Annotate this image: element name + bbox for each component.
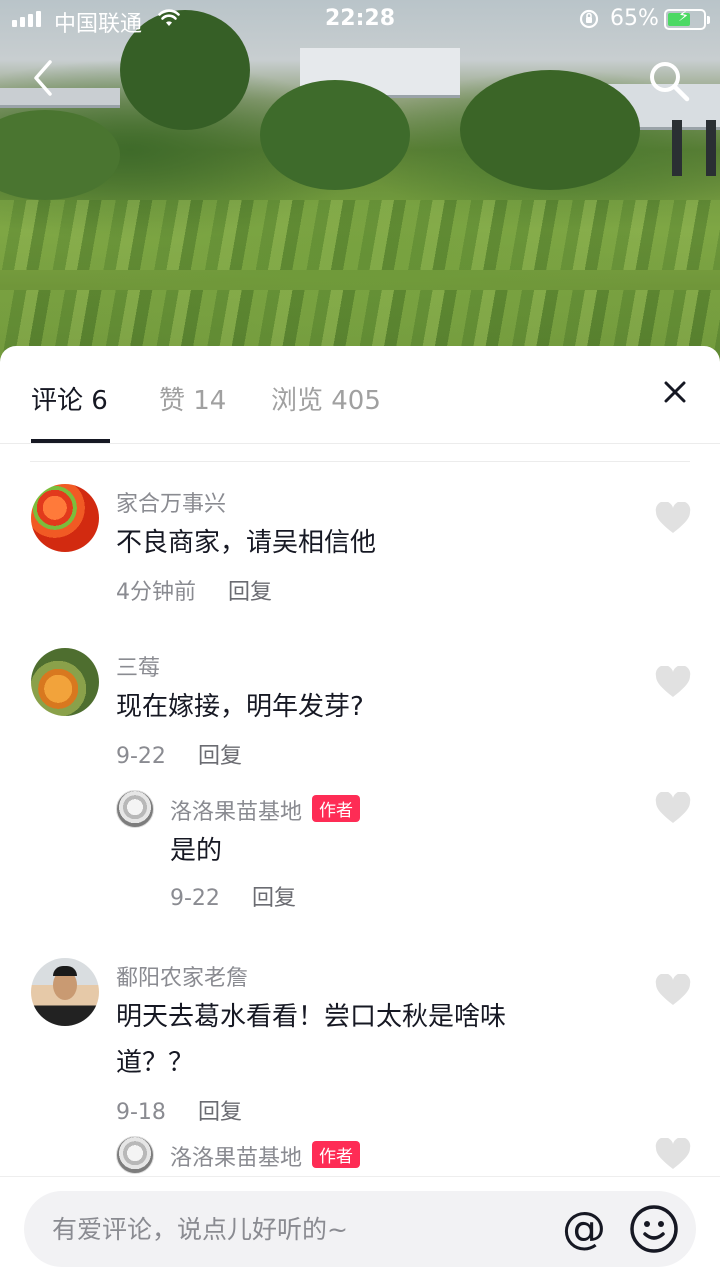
comment-meta: 9-22 回复 bbox=[170, 880, 296, 912]
tab-likes[interactable]: 赞 14 bbox=[159, 380, 226, 417]
avatar[interactable] bbox=[116, 790, 154, 828]
background-tree bbox=[260, 80, 410, 190]
comment-tabs: 评论 6 赞 14 浏览 405 bbox=[0, 346, 720, 444]
comment-time: 9-22 bbox=[116, 744, 166, 769]
comment-username[interactable]: 洛洛果苗基地 bbox=[170, 800, 302, 825]
battery-charging-icon: ⚡ bbox=[664, 6, 710, 30]
heart-icon[interactable] bbox=[655, 791, 693, 828]
video-player[interactable] bbox=[0, 0, 720, 380]
background-tree bbox=[0, 110, 120, 200]
author-badge: 作者 bbox=[312, 1141, 361, 1168]
comment-meta: 4分钟前 回复 bbox=[116, 574, 272, 606]
reply-button[interactable]: 回复 bbox=[228, 580, 272, 605]
comment-text: 不良商家，请吴相信他 bbox=[116, 528, 377, 558]
background-pillar bbox=[706, 120, 716, 176]
comment-input[interactable] bbox=[52, 1191, 532, 1267]
comment-username[interactable]: 家合万事兴 bbox=[116, 486, 226, 518]
reply-username-row: 洛洛果苗基地 作者 bbox=[170, 794, 361, 826]
battery-percent: 65% bbox=[610, 6, 659, 31]
avatar[interactable] bbox=[31, 958, 99, 1026]
rotation-lock-icon bbox=[578, 8, 600, 35]
reply-button[interactable]: 回复 bbox=[198, 1100, 242, 1125]
comment-time: 4分钟前 bbox=[116, 580, 196, 605]
reply-button[interactable]: 回复 bbox=[198, 744, 242, 769]
comment-panel: 评论 6 赞 14 浏览 405 家合万事兴 不良商家，请吴相信他 4分钟前 回复… bbox=[0, 346, 720, 1280]
comment-text: 现在嫁接，明年发芽? bbox=[116, 692, 364, 722]
status-bar: 中国联通 22:28 65% ⚡ bbox=[0, 0, 720, 40]
comment-meta: 9-22 回复 bbox=[116, 738, 242, 770]
comment-username[interactable]: 鄱阳农家老詹 bbox=[116, 960, 248, 992]
comment-text: 是的 bbox=[170, 836, 223, 866]
reply-username-row: 洛洛果苗基地 作者 bbox=[170, 1140, 361, 1172]
avatar[interactable] bbox=[31, 648, 99, 716]
comment-meta: 9-18 回复 bbox=[116, 1094, 242, 1126]
tab-views[interactable]: 浏览 405 bbox=[271, 380, 381, 417]
reply-button[interactable]: 回复 bbox=[252, 886, 296, 911]
heart-icon[interactable] bbox=[655, 973, 693, 1010]
back-arrow-icon[interactable] bbox=[28, 56, 68, 104]
at-mention-icon[interactable]: @ bbox=[554, 1199, 614, 1259]
comment-time: 9-18 bbox=[116, 1100, 166, 1125]
foliage bbox=[0, 200, 720, 270]
background-pillar bbox=[672, 120, 682, 176]
heart-icon[interactable] bbox=[655, 665, 693, 702]
divider bbox=[30, 461, 690, 462]
tab-comments[interactable]: 评论 6 bbox=[31, 380, 108, 417]
heart-icon[interactable] bbox=[655, 501, 693, 538]
comment-text: 明天去葛水看看！尝口太秋是啥味道？？ bbox=[116, 1002, 507, 1078]
emoji-icon[interactable] bbox=[628, 1203, 680, 1255]
close-icon[interactable] bbox=[656, 372, 694, 416]
avatar-hair bbox=[53, 966, 77, 976]
comment-input-box: @ bbox=[24, 1191, 696, 1267]
heart-icon[interactable] bbox=[655, 1137, 693, 1174]
active-tab-indicator bbox=[31, 439, 110, 443]
author-badge: 作者 bbox=[312, 795, 361, 822]
comment-input-bar: @ bbox=[0, 1176, 720, 1280]
avatar[interactable] bbox=[116, 1136, 154, 1174]
search-icon[interactable] bbox=[646, 58, 692, 104]
screen: 中国联通 22:28 65% ⚡ 评论 6 赞 14 浏览 405 家合万事兴 … bbox=[0, 0, 720, 1280]
comment-username[interactable]: 三莓 bbox=[116, 650, 160, 682]
comment-username[interactable]: 洛洛果苗基地 bbox=[170, 1146, 302, 1171]
background-tree bbox=[460, 70, 640, 190]
comment-time: 9-22 bbox=[170, 886, 220, 911]
avatar[interactable] bbox=[31, 484, 99, 552]
